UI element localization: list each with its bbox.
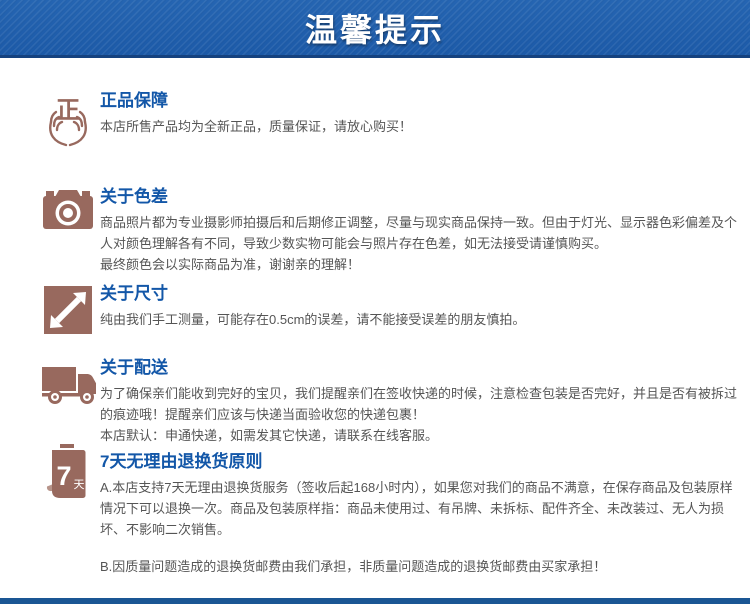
tips-content: 正 正品保障 本店所售产品均为全新正品，质量保证，请放心购买！: [0, 58, 750, 577]
camera-icon: [40, 187, 96, 239]
seven-day-icon: 7 天: [40, 442, 96, 506]
tip-section-returns: 7 天 7天无理由退换货原则 A.本店支持7天无理由退换货服务（签收后起168小…: [40, 452, 740, 577]
tip-title: 7天无理由退换货原则: [100, 452, 740, 471]
tip-paragraph: 最终颜色会以实际商品为准，谢谢亲的理解！: [100, 254, 740, 275]
authentic-hands-icon: 正: [40, 91, 96, 149]
tip-paragraph: 本店默认：申通快递，如需发其它快递，请联系在线客服。: [100, 425, 740, 446]
page-title: 温馨提示: [305, 5, 445, 51]
tip-paragraph: 纯由我们手工测量，可能存在0.5cm的误差，请不能接受误差的朋友慎拍。: [100, 309, 740, 330]
tip-paragraph: B.因质量问题造成的退换货邮费由我们承担，非质量问题造成的退换货邮费由买家承担！: [100, 556, 740, 577]
banner: 温馨提示: [0, 0, 750, 58]
tip-title: 关于色差: [100, 187, 740, 206]
tip-title: 关于尺寸: [100, 284, 740, 303]
svg-text:天: 天: [74, 479, 85, 491]
footer-divider-bar: [0, 598, 750, 604]
svg-text:7: 7: [56, 461, 71, 491]
tip-paragraph: 商品照片都为专业摄影师拍摄后和后期修正调整，尽量与现实商品保持一致。但由于灯光、…: [100, 212, 740, 254]
tip-paragraph: 本店所售产品均为全新正品，质量保证，请放心购买！: [100, 116, 740, 137]
tip-title: 关于配送: [100, 358, 740, 377]
tip-section-color-difference: 关于色差 商品照片都为专业摄影师拍摄后和后期修正调整，尽量与现实商品保持一致。但…: [40, 187, 740, 275]
tip-paragraph: A.本店支持7天无理由退换货服务（签收后起168小时内），如果您对我们的商品不满…: [100, 477, 740, 540]
truck-icon: [40, 358, 98, 408]
tip-paragraph: 为了确保亲们能收到完好的宝贝，我们提醒亲们在签收快递的时候，注意检查包装是否完好…: [100, 383, 740, 425]
tips-page: 温馨提示 正: [0, 0, 750, 604]
tip-title: 正品保障: [100, 91, 740, 110]
svg-text:正: 正: [56, 98, 80, 124]
tip-section-size: 关于尺寸 纯由我们手工测量，可能存在0.5cm的误差，请不能接受误差的朋友慎拍。: [40, 284, 740, 336]
tip-section-authenticity: 正 正品保障 本店所售产品均为全新正品，质量保证，请放心购买！: [40, 91, 740, 149]
tip-section-shipping: 关于配送 为了确保亲们能收到完好的宝贝，我们提醒亲们在签收快递的时候，注意检查包…: [40, 358, 740, 446]
resize-arrow-icon: [40, 284, 96, 336]
